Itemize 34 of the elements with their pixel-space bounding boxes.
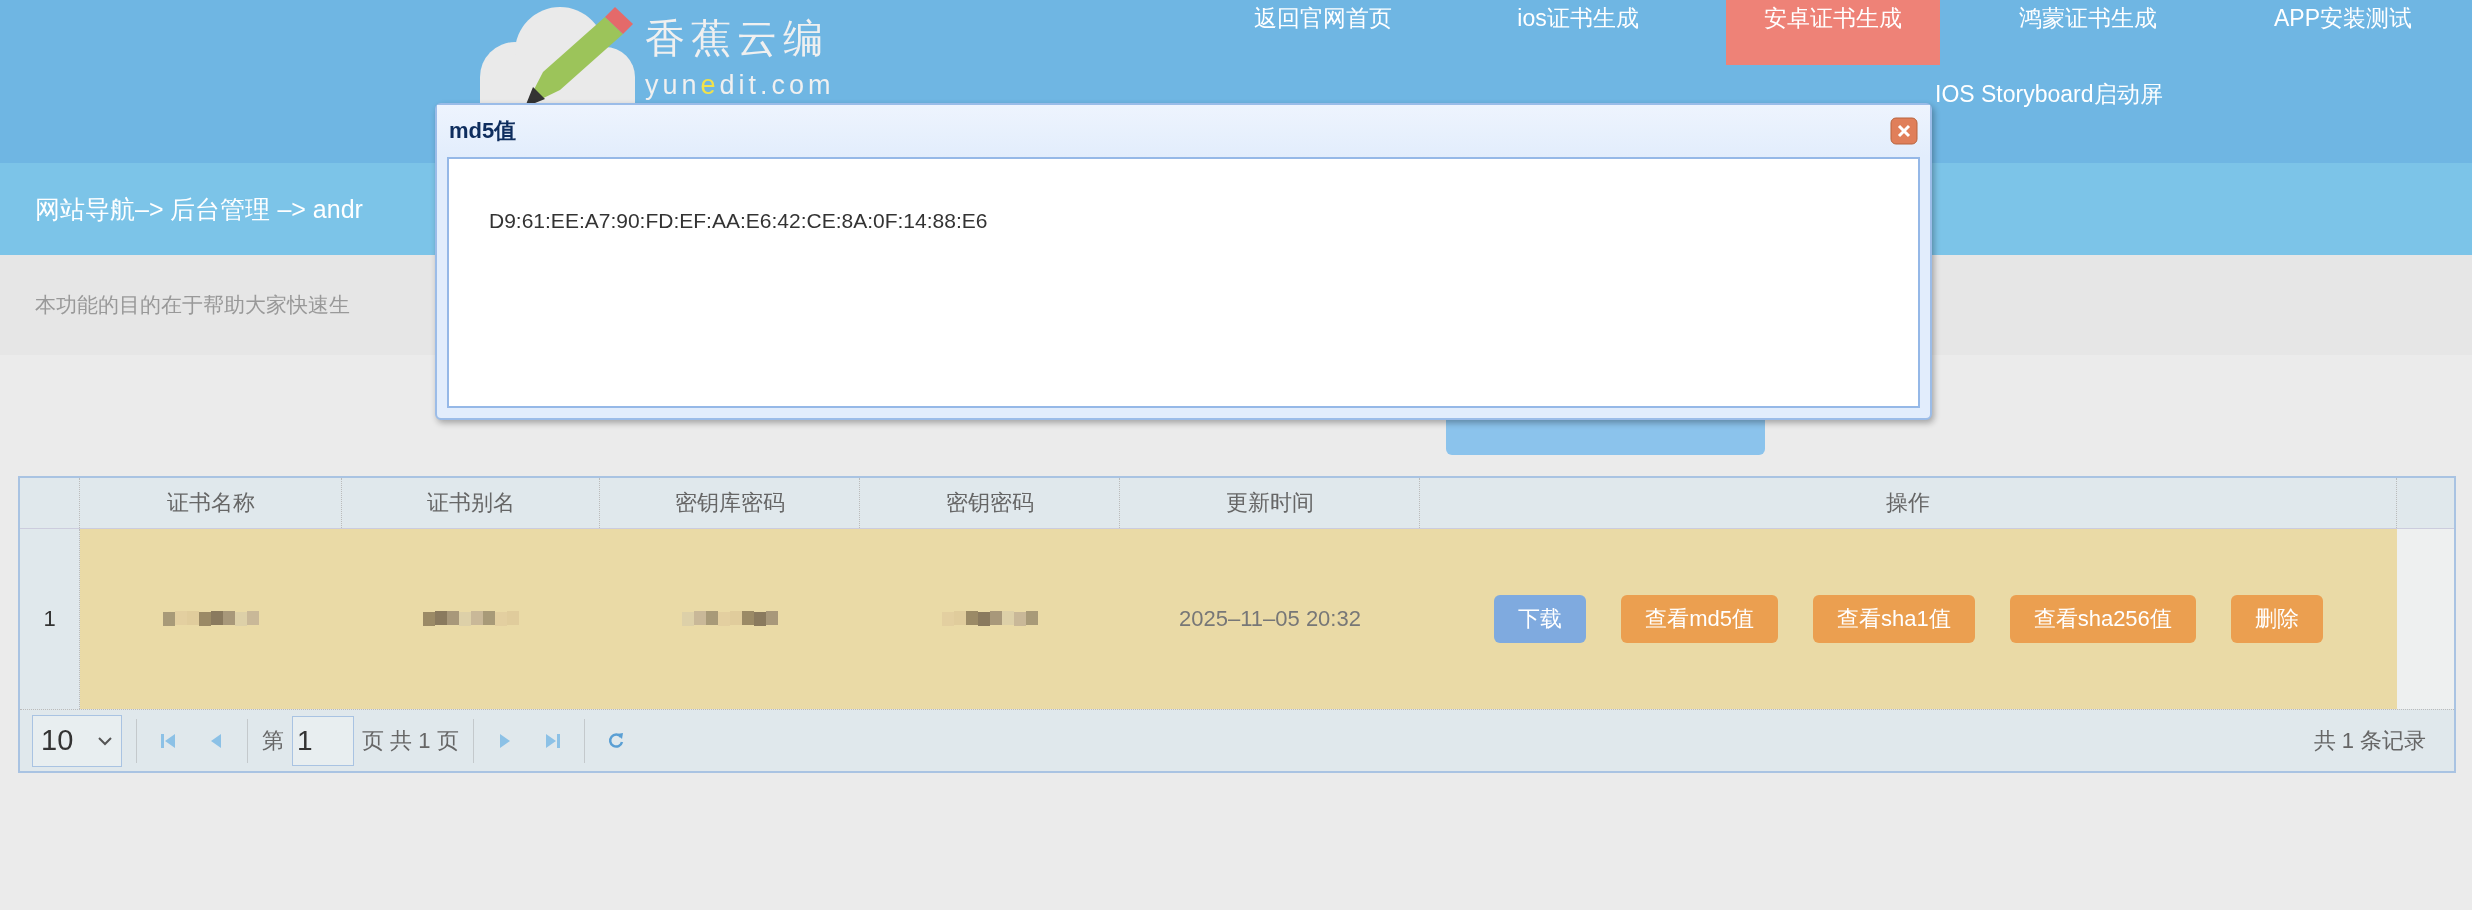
nav-link[interactable]: IOS Storyboard启动屏 (1935, 76, 2163, 116)
action-button[interactable]: 下载 (1494, 595, 1587, 643)
table-cell: 2025–11–05 20:32 (1179, 606, 1361, 632)
action-button[interactable]: 删除 (2230, 595, 2323, 643)
close-icon[interactable] (1890, 117, 1918, 145)
md5-value: D9:61:EE:A7:90:FD:EF:AA:E6:42:CE:8A:0F:14:88:E6 (489, 209, 988, 232)
column-header: 更新时间 (1120, 478, 1420, 528)
page-size-select[interactable]: 10 (32, 714, 122, 767)
nav-link[interactable]: 返回官网首页 (1216, 0, 1430, 65)
nav-link[interactable]: 安卓证书生成 (1726, 0, 1940, 65)
nav-link[interactable]: 鸿蒙证书生成 (1981, 0, 2195, 65)
record-count: 共 1 条记录 (2313, 726, 2426, 755)
column-header: 操作 (1420, 478, 2397, 528)
column-header: 密钥密码 (860, 478, 1120, 528)
description-text: 本功能的目的在于帮助大家快速生 (35, 292, 350, 318)
row-number: 1 (20, 529, 80, 709)
column-header: 证书名称 (80, 478, 342, 528)
logo-title: 香蕉云编 (645, 15, 830, 62)
column-header: 证书别名 (342, 478, 600, 528)
chevron-down-icon[interactable] (97, 735, 113, 746)
pager-text: 第 (262, 726, 284, 755)
pager-text: 页 共 1 页 (362, 726, 459, 755)
column-header: 密钥库密码 (600, 478, 860, 528)
nav-link[interactable]: APP安装测试 (2236, 0, 2450, 65)
action-button[interactable]: 查看md5值 (1621, 595, 1778, 643)
action-button[interactable]: 查看sha1值 (1812, 595, 1975, 643)
page-number-field[interactable]: 1 (292, 715, 354, 766)
logo-domain: yun edit.com (645, 70, 835, 100)
action-button[interactable]: 查看sha256值 (2009, 595, 2196, 643)
dialog-title: md5值 (449, 117, 517, 145)
breadcrumb: 网站导航–> 后台管理 –> andr (35, 193, 363, 225)
nav-link[interactable]: ios证书生成 (1471, 0, 1685, 65)
table-row[interactable]: 2025–11–05 20:32 下载 查看md5值 查看sha1值 查看sha256值 删除 (80, 529, 2397, 709)
refresh-icon[interactable] (606, 730, 625, 751)
